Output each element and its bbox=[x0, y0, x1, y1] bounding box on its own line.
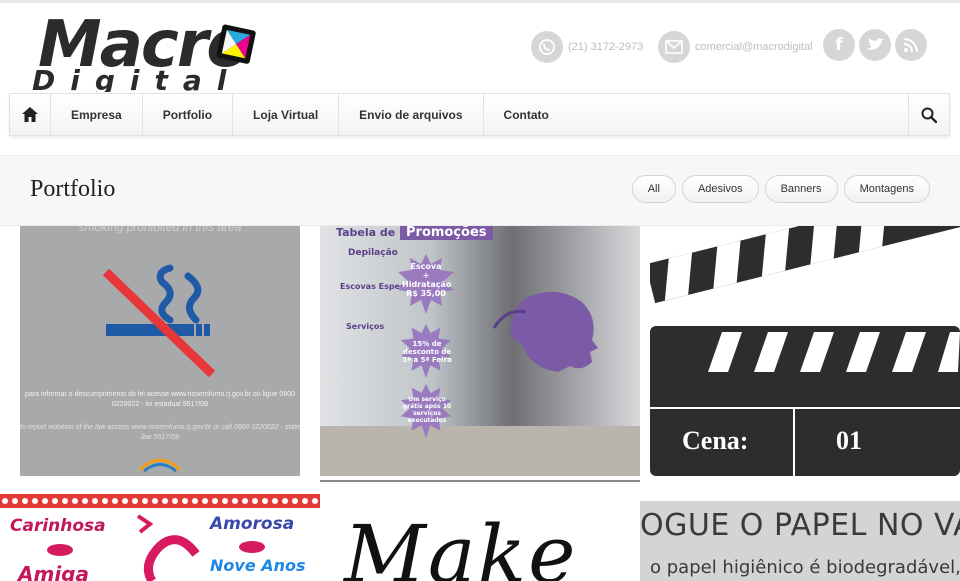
macro-digital-logo[interactable]: Macro Digital bbox=[28, 4, 268, 92]
sign-line-2: o papel higiênico é biodegradável, de bbox=[650, 557, 960, 578]
nav-item-envio-de-arquivos[interactable]: Envio de arquivos bbox=[339, 94, 484, 135]
row-separator bbox=[320, 480, 640, 482]
portfolio-filters: All Adesivos Banners Montagens bbox=[631, 175, 930, 203]
whatsapp-icon bbox=[531, 31, 563, 63]
filter-adesivos[interactable]: Adesivos bbox=[681, 175, 759, 203]
top-border bbox=[0, 0, 960, 3]
tile-text-english: to report violation of the law access ww… bbox=[20, 424, 300, 441]
filter-banners[interactable]: Banners bbox=[764, 175, 838, 203]
depilacao-label: Depilação bbox=[348, 248, 398, 258]
twitter-icon[interactable] bbox=[859, 29, 891, 61]
facebook-icon[interactable]: f bbox=[823, 29, 855, 61]
logo-graphic: Macro Digital bbox=[32, 8, 256, 92]
phone-number: (21) 3172-2973 bbox=[568, 41, 644, 53]
filter-all[interactable]: All bbox=[631, 175, 676, 203]
search-icon[interactable] bbox=[908, 94, 949, 135]
envelope-icon bbox=[658, 31, 690, 63]
lips-and-ribbon-decorations bbox=[47, 514, 265, 581]
offer1-line1: Escova bbox=[410, 262, 442, 271]
home-icon[interactable] bbox=[10, 94, 51, 135]
portfolio-item-no-smoking[interactable]: smoking prohibited in this area para inf… bbox=[20, 226, 300, 476]
portfolio-title-bar: Portfolio All Adesivos Banners Montagens bbox=[0, 155, 960, 226]
nav-spacer bbox=[569, 94, 908, 135]
offer-discount: 15% de desconto de 3ª a 5ª Feira bbox=[402, 340, 452, 364]
nav-item-portfolio[interactable]: Portfolio bbox=[143, 94, 234, 135]
offer-escova-hidratacao: Escova + Hidratação R$ 35,00 bbox=[402, 262, 452, 298]
nav-item-empresa[interactable]: Empresa bbox=[51, 94, 143, 135]
nav-item-contato[interactable]: Contato bbox=[484, 94, 569, 135]
nav-item-loja-virtual[interactable]: Loja Virtual bbox=[233, 94, 340, 135]
no-smoking-icon bbox=[102, 264, 216, 378]
email-contact[interactable]: comercial@macrodigital bbox=[658, 31, 813, 63]
tile-text-portuguese: para informar o descumprimento da lei ac… bbox=[25, 391, 295, 408]
portfolio-item-toilet-paper-sign[interactable]: OGUE O PAPEL NO VASO o papel higiênico é… bbox=[640, 501, 960, 581]
filter-montagens[interactable]: Montagens bbox=[843, 175, 930, 203]
rss-icon[interactable] bbox=[895, 29, 927, 61]
clapper-number: 01 bbox=[836, 426, 862, 455]
main-nav: Empresa Portfolio Loja Virtual Envio de … bbox=[9, 93, 950, 136]
offer1-line2: + bbox=[422, 271, 430, 280]
portfolio-item-clapperboard[interactable]: Cena: 01 bbox=[650, 226, 960, 476]
portfolio-item-script-lettering[interactable]: Make bbox=[330, 494, 640, 581]
phone-contact[interactable]: (21) 3172-2973 bbox=[531, 31, 643, 63]
portfolio-item-salon-window[interactable]: Tabela de Preço Promoções Depilação Esco… bbox=[320, 226, 640, 476]
promo-label: Promoções bbox=[400, 226, 493, 240]
page-title: Portfolio bbox=[30, 176, 116, 202]
rio-logo-icon bbox=[138, 458, 182, 472]
sign-line-1: OGUE O PAPEL NO VASO bbox=[640, 508, 960, 543]
social-links: f bbox=[823, 29, 927, 61]
servicos-label: Serviços bbox=[346, 322, 385, 331]
clapper-cena-label: Cena: bbox=[682, 426, 749, 455]
logo-text-digital: Digital bbox=[32, 64, 241, 92]
offer1-line3: Hidratação bbox=[402, 280, 452, 289]
script-word: Make bbox=[344, 508, 578, 581]
offer1-price: R$ 35,00 bbox=[406, 289, 446, 298]
portfolio-item-greeting-words[interactable]: Carinhosa Amorosa Amiga Nove Anos bbox=[0, 494, 320, 581]
tile-top-text: smoking prohibited in this area bbox=[78, 226, 242, 234]
email-address: comercial@macrodigital bbox=[695, 41, 813, 53]
woman-silhouette-decal bbox=[492, 291, 598, 372]
salon-floor bbox=[320, 426, 640, 476]
cmyk-diamond-icon bbox=[216, 24, 256, 64]
offer-free-service: Um serviço grátis após 10 serviços execu… bbox=[402, 396, 452, 424]
